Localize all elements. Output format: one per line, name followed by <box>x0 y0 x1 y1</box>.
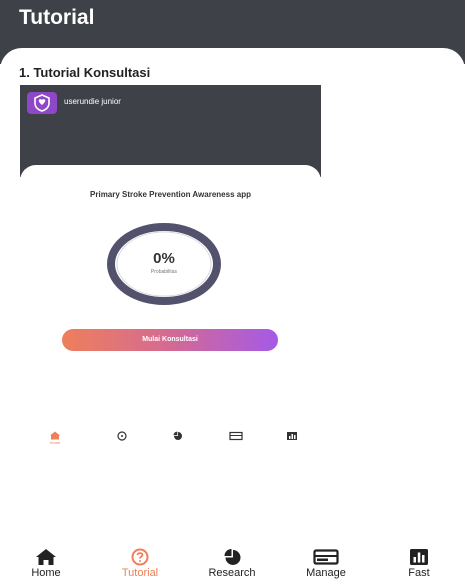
page-title: Tutorial <box>19 6 95 29</box>
username-label: userundie junior <box>64 97 121 106</box>
screenshot-nav-fast <box>277 431 307 441</box>
pie-chart-icon <box>224 549 241 565</box>
help-circle-icon <box>117 431 127 441</box>
table-icon <box>313 549 339 565</box>
app-logo-icon <box>27 92 57 114</box>
screenshot-nav-home-label: Home <box>49 440 61 445</box>
screenshot-nav: Home <box>20 431 321 451</box>
nav-item-research-label: Research <box>208 567 256 579</box>
nav-item-fast[interactable]: Fast <box>379 548 459 579</box>
nav-item-research[interactable]: Research <box>192 548 272 579</box>
pie-chart-icon <box>173 431 182 440</box>
probability-value: 0% <box>153 250 175 267</box>
screenshot-nav-tutorial <box>107 431 137 441</box>
screenshot-nav-research <box>163 431 193 441</box>
section-title: 1. Tutorial Konsultasi <box>19 65 151 80</box>
nav-item-tutorial-label: Tutorial <box>121 567 159 579</box>
nav-item-manage-label: Manage <box>306 567 346 579</box>
table-icon <box>229 431 243 441</box>
home-icon <box>36 549 56 565</box>
nav-item-home[interactable]: Home <box>6 548 86 579</box>
bottom-nav: Home Tutorial Research Manage Fast <box>0 548 465 584</box>
screenshot-card <box>20 165 321 451</box>
tutorial-screenshot: userundie junior Primary Stroke Preventi… <box>20 85 321 451</box>
nav-item-fast-label: Fast <box>408 567 430 579</box>
nav-item-home-label: Home <box>31 567 61 579</box>
bar-chart-icon <box>287 432 297 440</box>
start-consultation-button[interactable]: Mulai Konsultasi <box>62 329 278 351</box>
probability-label: Probabilitas <box>150 269 178 275</box>
screenshot-nav-home: Home <box>40 431 70 445</box>
help-circle-icon <box>131 548 149 566</box>
screenshot-nav-manage <box>221 431 251 441</box>
bar-chart-icon <box>410 549 428 565</box>
app-title: Primary Stroke Prevention Awareness app <box>90 190 251 199</box>
nav-item-tutorial[interactable]: Tutorial <box>100 548 180 579</box>
nav-item-manage[interactable]: Manage <box>286 548 366 579</box>
home-icon <box>50 431 60 440</box>
